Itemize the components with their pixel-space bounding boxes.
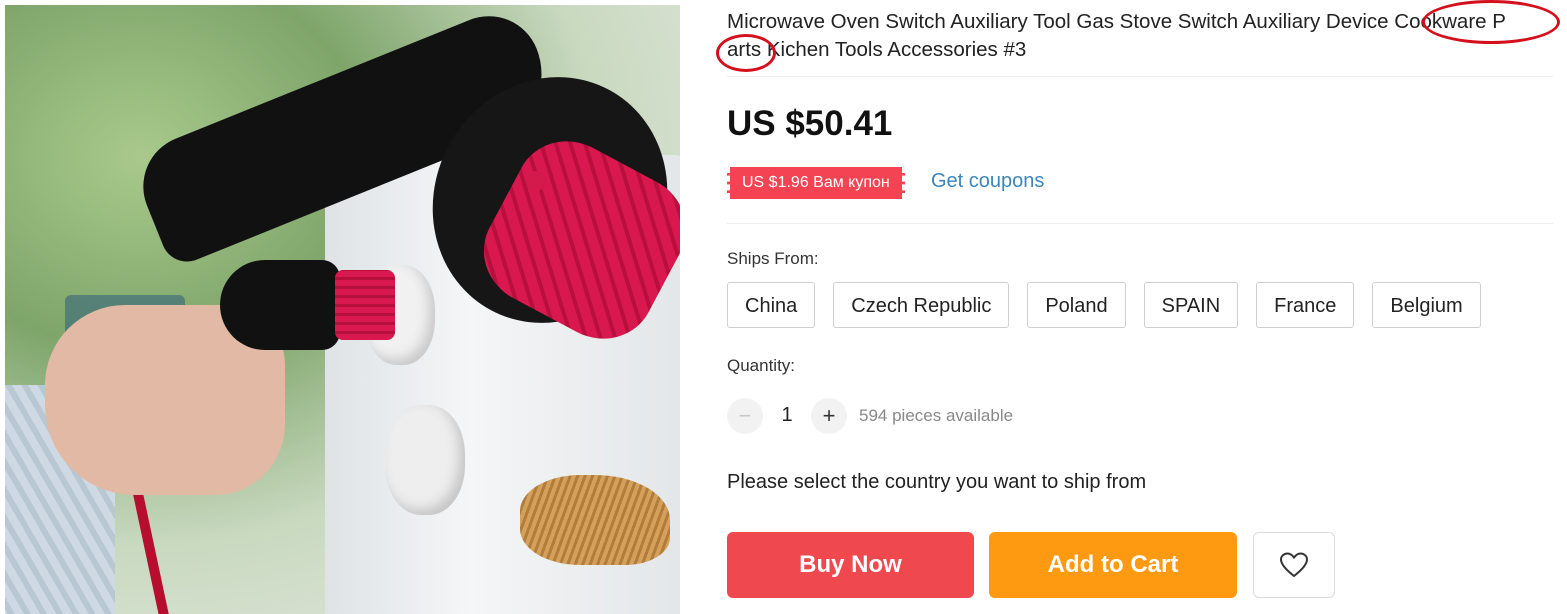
- price: US $50.41: [727, 104, 893, 143]
- country-option-belgium[interactable]: Belgium: [1372, 282, 1481, 328]
- quantity-increase-button[interactable]: +: [811, 398, 847, 434]
- country-option-spain[interactable]: SPAIN: [1143, 282, 1239, 328]
- divider: [727, 76, 1553, 77]
- quantity-label: Quantity:: [727, 356, 796, 375]
- wishlist-button[interactable]: [1253, 532, 1335, 598]
- country-options: China Czech Republic Poland SPAIN France…: [727, 282, 1481, 328]
- title-line-1: Microwave Oven Switch Auxiliary Tool Gas…: [727, 10, 1506, 33]
- tool-button: [526, 171, 546, 191]
- country-option-czech-republic[interactable]: Czech Republic: [833, 282, 1010, 328]
- cord: [129, 475, 171, 614]
- straw-brush: [520, 475, 670, 565]
- coupon-badge[interactable]: US $1.96 Вам купон: [727, 167, 905, 199]
- select-country-hint: Please select the country you want to sh…: [727, 471, 1147, 493]
- quantity-value[interactable]: 1: [775, 404, 799, 427]
- small-brush-tool: [220, 260, 340, 350]
- add-to-cart-button[interactable]: Add to Cart: [989, 532, 1237, 598]
- stock-available: 594 pieces available: [859, 406, 1014, 425]
- get-coupons-link[interactable]: Get coupons: [931, 170, 1044, 193]
- buy-now-button[interactable]: Buy Now: [727, 532, 974, 598]
- heart-icon: [1279, 552, 1309, 578]
- oven-knob: [385, 405, 465, 515]
- small-brush-bristles: [335, 270, 395, 340]
- country-option-france[interactable]: France: [1256, 282, 1355, 328]
- divider: [727, 223, 1553, 224]
- product-image[interactable]: [5, 5, 680, 614]
- quantity-decrease-button[interactable]: −: [727, 398, 763, 434]
- title-line-2: arts Kichen Tools Accessories #3: [727, 38, 1027, 61]
- ships-from-label: Ships From:: [727, 249, 819, 268]
- country-option-poland[interactable]: Poland: [1027, 282, 1126, 328]
- country-option-china[interactable]: China: [727, 282, 816, 328]
- product-title: Microwave Oven Switch Auxiliary Tool Gas…: [727, 8, 1557, 64]
